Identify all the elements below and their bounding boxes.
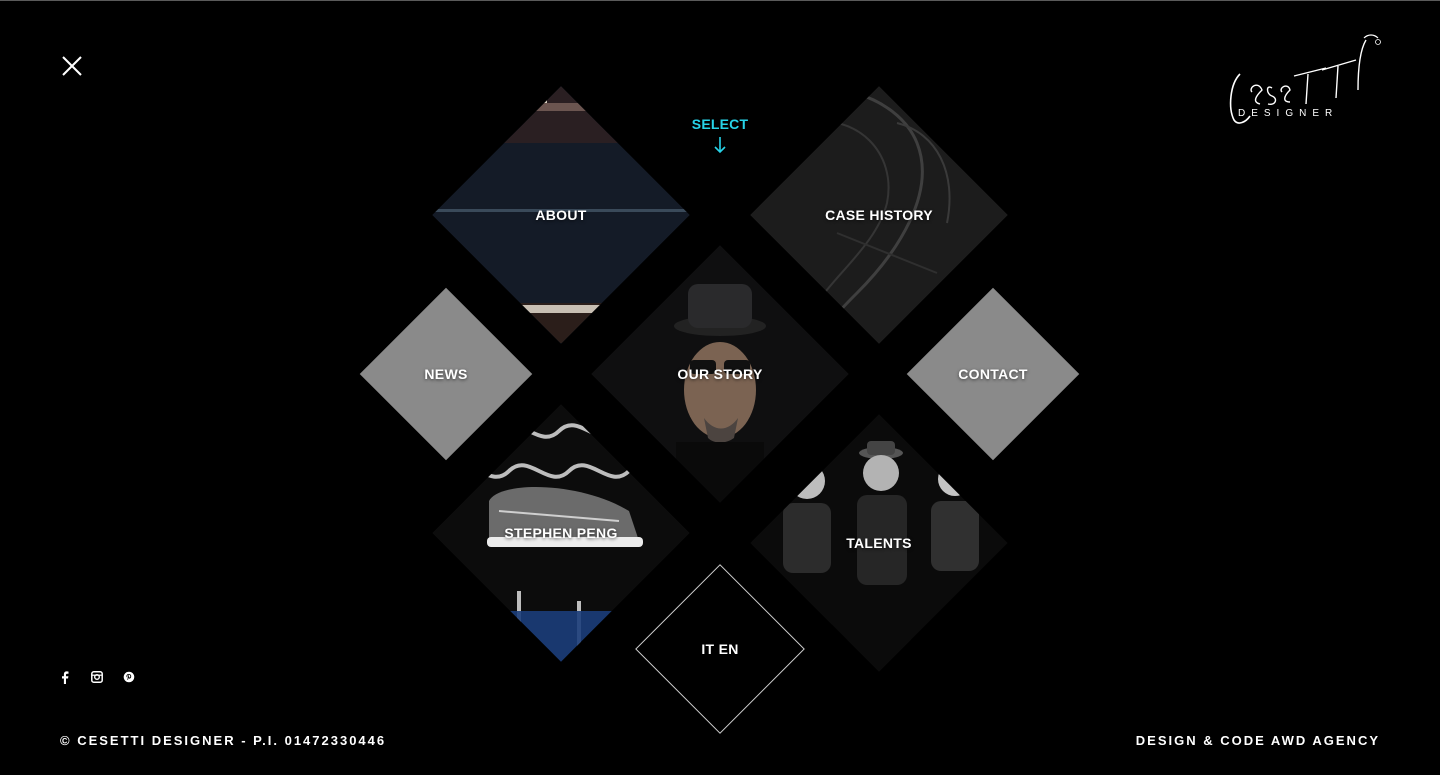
tile-label-case-history: CASE HISTORY: [825, 207, 933, 223]
instagram-icon: [91, 671, 103, 683]
logo[interactable]: DESIGNER: [1226, 30, 1386, 126]
facebook-link[interactable]: [58, 670, 72, 684]
pinterest-link[interactable]: [122, 670, 136, 684]
menu-tile-news[interactable]: NEWS: [359, 287, 533, 461]
select-label: SELECT: [691, 116, 749, 132]
close-icon: [62, 56, 82, 76]
instagram-link[interactable]: [90, 670, 104, 684]
menu-tile-about[interactable]: ABOUT: [432, 86, 690, 344]
select-hint: SELECT: [670, 116, 770, 154]
social-links: [58, 670, 136, 684]
tile-label-contact: CONTACT: [958, 366, 1028, 382]
tile-label-language: IT EN: [701, 641, 739, 657]
menu-tile-contact[interactable]: CONTACT: [906, 287, 1080, 461]
menu-tile-our-story[interactable]: OUR STORY: [591, 245, 849, 503]
language-switcher[interactable]: IT EN: [635, 564, 805, 734]
menu-tile-stephen-peng[interactable]: STEPHEN PENG: [432, 404, 690, 662]
logo-subtitle: DESIGNER: [1238, 108, 1339, 119]
tile-label-about: ABOUT: [535, 207, 587, 223]
tile-label-stephen-peng: STEPHEN PENG: [504, 525, 618, 541]
top-border: [0, 0, 1440, 1]
footer-credit-link[interactable]: DESIGN & CODE AWD AGENCY: [1136, 733, 1380, 748]
close-menu-button[interactable]: [58, 52, 86, 80]
menu-tile-case-history[interactable]: CASE HISTORY: [750, 86, 1008, 344]
facebook-icon: [62, 670, 69, 684]
tile-label-news: NEWS: [424, 366, 468, 382]
tile-label-talents: TALENTS: [846, 535, 912, 551]
tile-label-our-story: OUR STORY: [677, 366, 763, 382]
pinterest-icon: [123, 671, 135, 683]
footer-copyright: © CESETTI DESIGNER - P.I. 01472330446: [60, 733, 387, 748]
arrow-down-icon: [714, 137, 726, 154]
